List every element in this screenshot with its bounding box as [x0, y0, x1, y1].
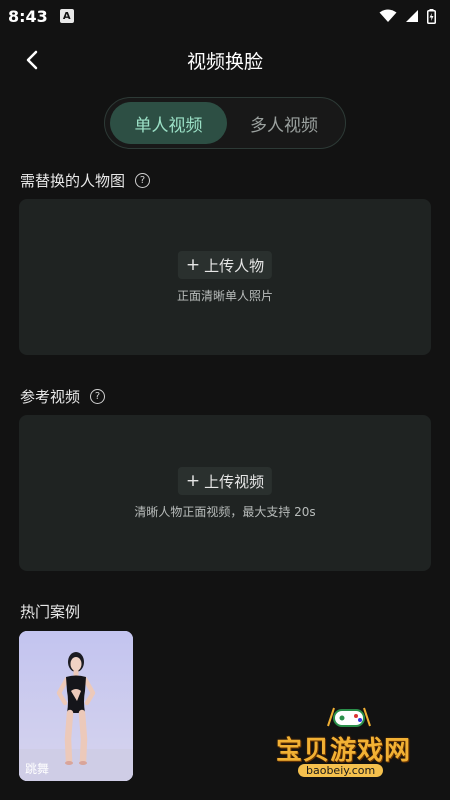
- battery-icon: [427, 8, 436, 24]
- hot-cases-header: 热门案例: [20, 601, 80, 622]
- watermark-url: baobeiy.com: [298, 764, 384, 777]
- upload-video-card[interactable]: + 上传视频 清晰人物正面视频，最大支持 20s: [19, 415, 431, 571]
- tab-single-video[interactable]: 单人视频: [110, 102, 227, 144]
- upload-video-label: 上传视频: [204, 472, 265, 491]
- case-label: 跳舞: [25, 762, 50, 776]
- watermark-logo: 宝贝游戏网 baobeiy.com: [268, 707, 438, 784]
- status-left: 8:43 A: [8, 7, 74, 26]
- plus-icon: +: [185, 255, 201, 275]
- person-section-header: 需替换的人物图 ?: [20, 170, 151, 191]
- upload-person-label: 上传人物: [204, 256, 265, 275]
- video-section-header: 参考视频 ?: [20, 386, 106, 407]
- video-section-label: 参考视频: [20, 388, 81, 406]
- upload-video-button[interactable]: + 上传视频: [177, 467, 273, 495]
- upload-person-card[interactable]: + 上传人物 正面清晰单人照片: [19, 199, 431, 355]
- status-time: 8:43: [8, 6, 48, 26]
- gamepad-icon: [327, 707, 371, 727]
- notification-app-icon: A: [59, 9, 74, 23]
- help-icon[interactable]: ?: [90, 389, 106, 404]
- status-bar: 8:43 A: [0, 0, 450, 32]
- wifi-icon: [379, 9, 397, 22]
- mode-tabs: 单人视频 多人视频: [104, 97, 346, 149]
- upload-person-button[interactable]: + 上传人物: [177, 251, 273, 279]
- person-section-label: 需替换的人物图: [20, 172, 126, 190]
- case-card-dance[interactable]: 跳舞: [19, 631, 133, 781]
- nav-bar: 视频换脸: [0, 38, 450, 84]
- upload-person-hint: 正面清晰单人照片: [176, 289, 273, 303]
- plus-icon: +: [185, 471, 201, 491]
- upload-video-hint: 清晰人物正面视频，最大支持 20s: [134, 505, 316, 519]
- dancer-thumbnail-image: [19, 631, 133, 781]
- hot-cases-label: 热门案例: [20, 603, 81, 621]
- page-title: 视频换脸: [186, 51, 263, 73]
- status-icons: [379, 8, 436, 24]
- tab-multi-video[interactable]: 多人视频: [229, 102, 339, 144]
- help-icon[interactable]: ?: [135, 173, 151, 188]
- watermark-brand: 宝贝游戏网: [276, 736, 412, 766]
- signal-icon: [406, 10, 418, 22]
